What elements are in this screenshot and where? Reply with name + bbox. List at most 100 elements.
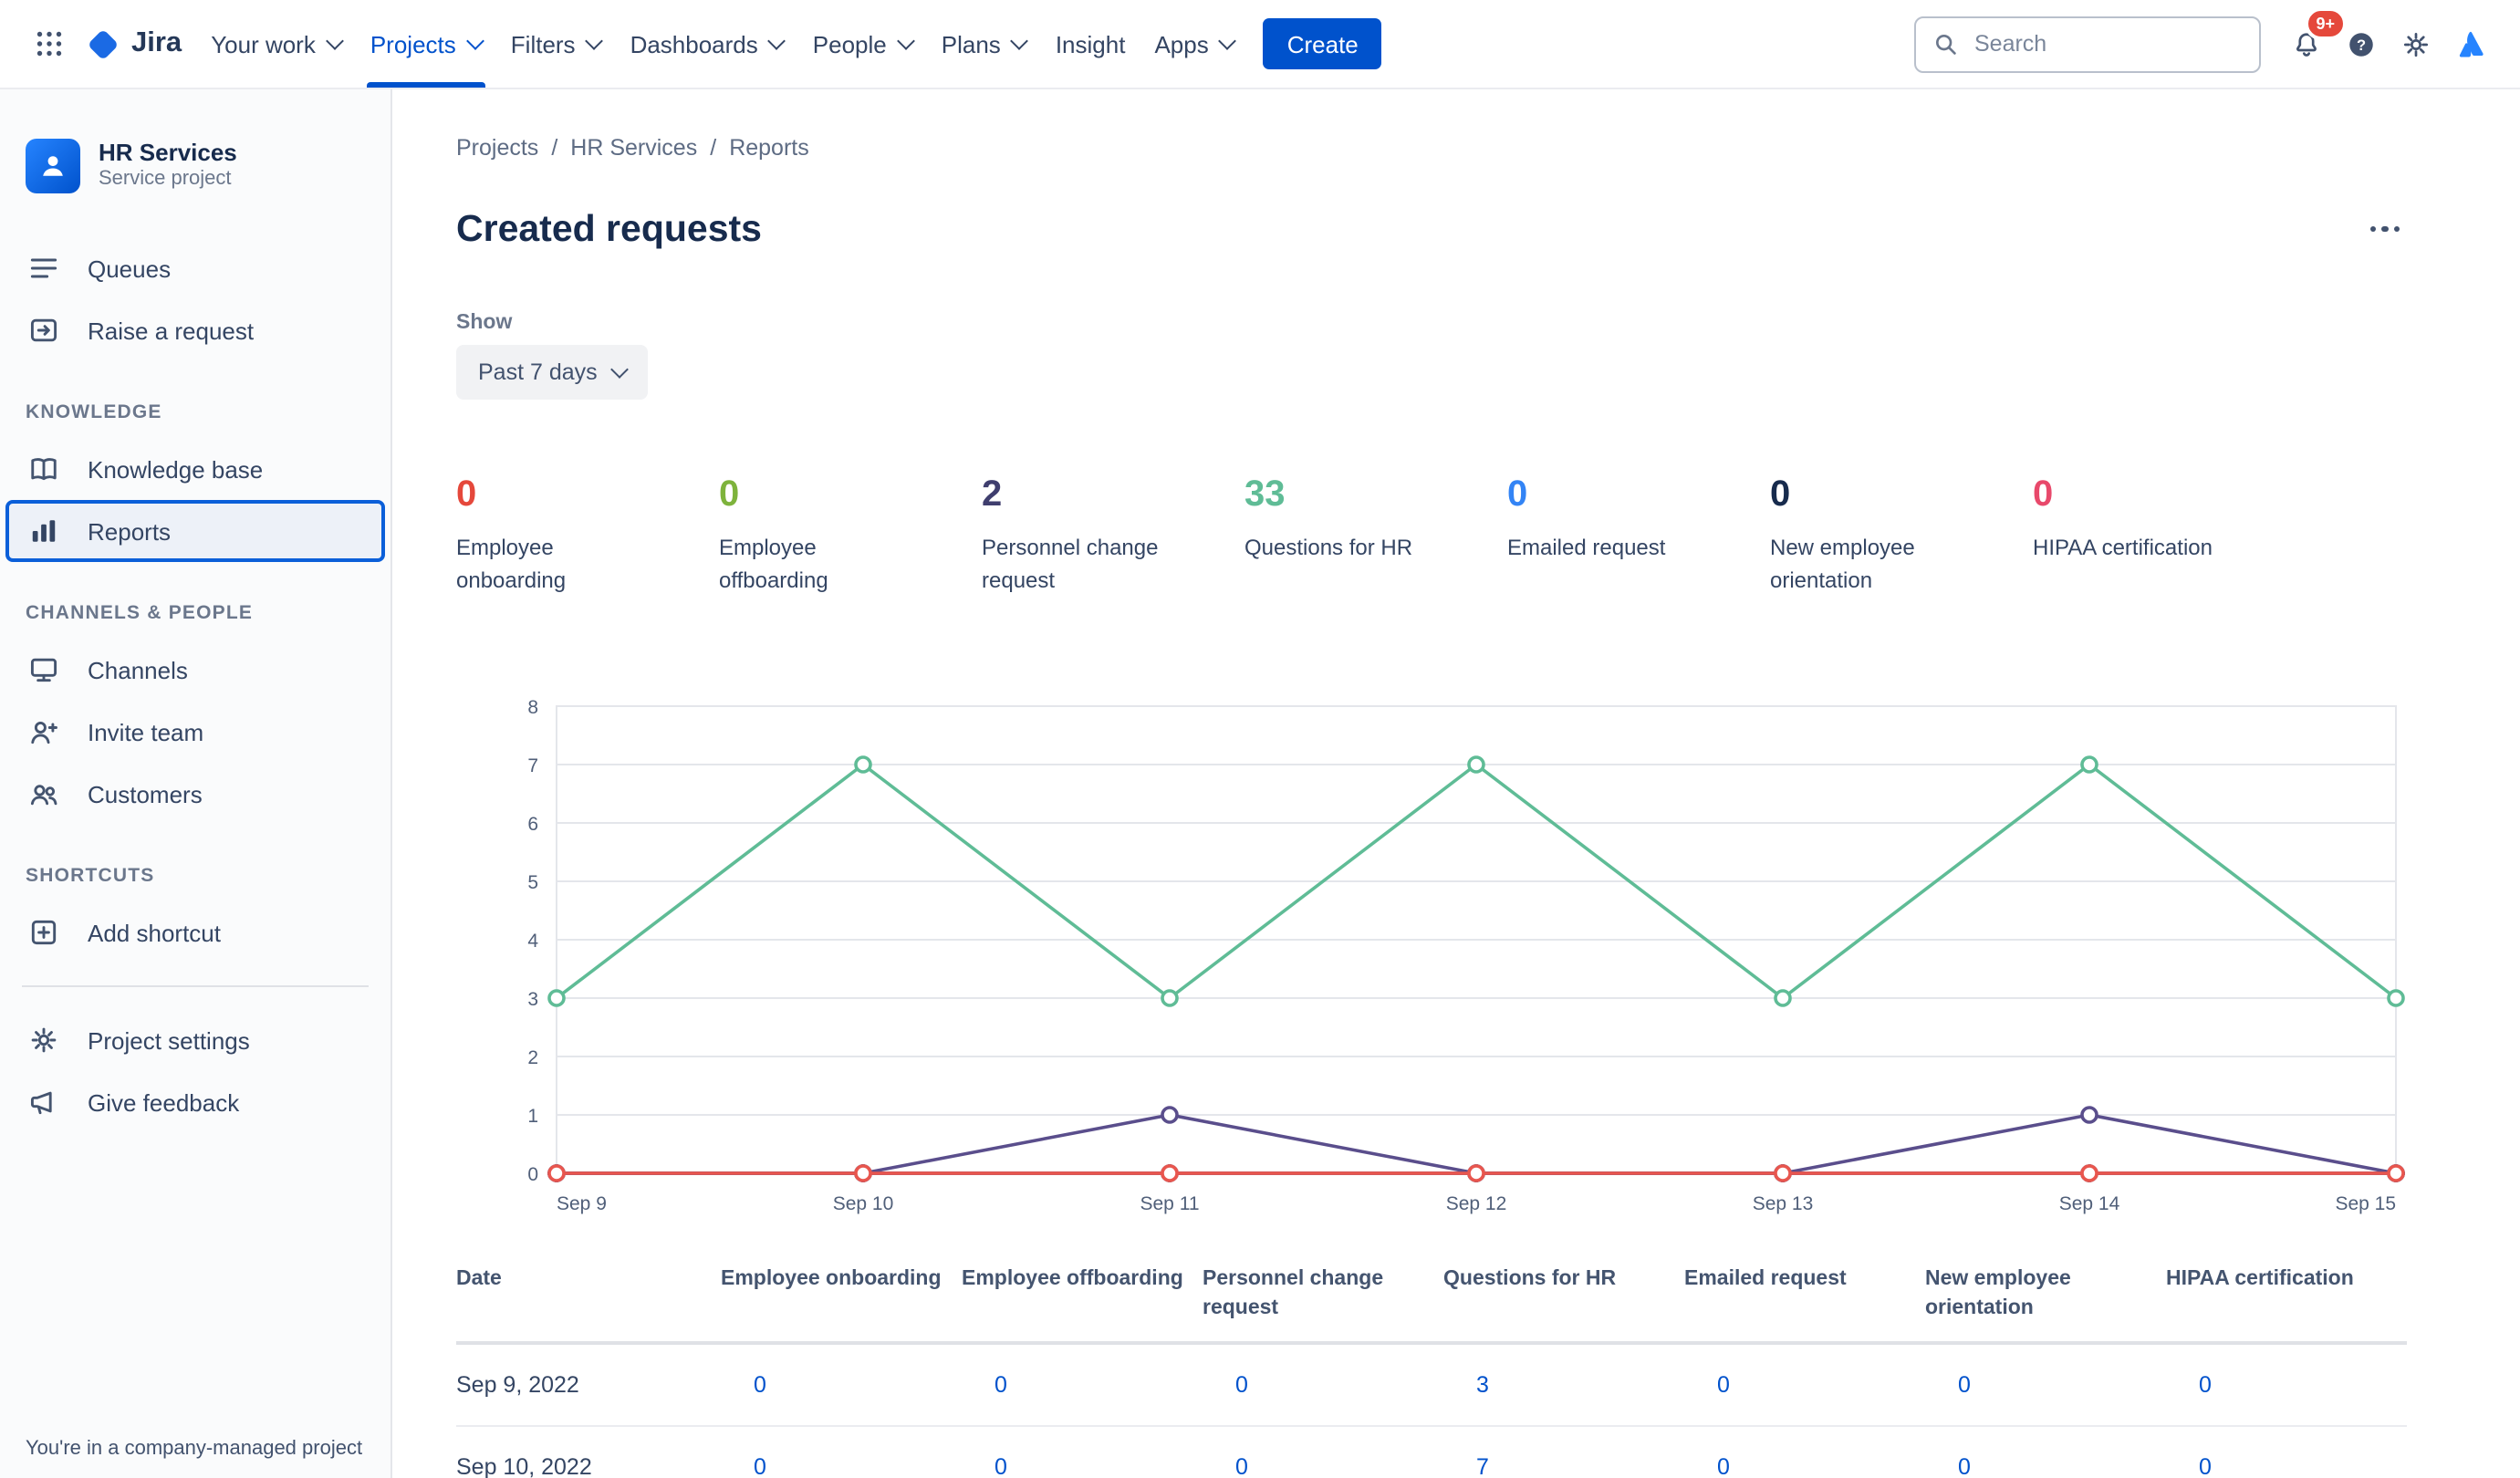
primary-nav: Your work Projects Filters Dashboards Pe… [196, 0, 1249, 88]
search-icon [1936, 35, 1956, 55]
nav-projects[interactable]: Projects [356, 0, 496, 88]
more-options-button[interactable] [2359, 215, 2411, 244]
table-cell: 0 [721, 1343, 962, 1428]
breadcrumb-separator: / [710, 135, 717, 161]
y-axis-label: 0 [527, 1165, 538, 1186]
table-cell-link[interactable]: 0 [1717, 1455, 1730, 1478]
table-cell-link[interactable]: 3 [1476, 1373, 1489, 1399]
x-axis-label: Sep 13 [1753, 1194, 1814, 1215]
project-name: HR Services [99, 139, 237, 166]
help-icon: ? [2349, 32, 2373, 56]
table-cell: 0 [1684, 1343, 1925, 1428]
breadcrumb-reports[interactable]: Reports [729, 135, 809, 161]
nav-apps[interactable]: Apps [1140, 0, 1248, 88]
table-header-date: Date [456, 1257, 721, 1346]
nav-insight[interactable]: Insight [1041, 0, 1140, 88]
people-icon [26, 775, 62, 812]
stat-hipaa-certification: 0 HIPAA certification [2033, 474, 2213, 561]
table-cell-link[interactable]: 0 [1717, 1373, 1730, 1399]
app-switcher-icon[interactable] [22, 16, 77, 71]
table-cell-link[interactable]: 0 [994, 1373, 1007, 1399]
jira-reports-page: Jira Your work Projects Filters Dashboar… [0, 0, 2520, 1478]
y-axis-label: 7 [527, 756, 538, 777]
sidebar-item-invite-team[interactable]: Invite team [0, 701, 390, 763]
table-cell: 0 [2166, 1426, 2407, 1478]
sidebar-item-queues[interactable]: Queues [0, 237, 390, 299]
table-cell-link[interactable]: 0 [1235, 1373, 1248, 1399]
data-point-questions-for-hr [2387, 989, 2405, 1008]
sidebar-item-project-settings[interactable]: Project settings [0, 1009, 390, 1071]
table-cell-link[interactable]: 0 [1235, 1455, 1248, 1478]
table-row: Sep 10, 2022 0 0 0 7 0 0 0 [456, 1426, 2407, 1478]
chevron-down-icon [325, 31, 344, 49]
table-cell: 0 [1684, 1426, 1925, 1478]
y-axis-label: 5 [527, 873, 538, 894]
y-axis-label: 3 [527, 990, 538, 1011]
main-content: Projects / HR Services / Reports Created… [392, 88, 2520, 1478]
nav-your-work[interactable]: Your work [196, 0, 356, 88]
data-point-personnel-change-request [1161, 1106, 1179, 1125]
sidebar-section-knowledge: KNOWLEDGE [26, 401, 162, 423]
project-header: HR Services Service project [0, 131, 390, 201]
atlassian-button[interactable] [2443, 16, 2498, 71]
table-cell-link[interactable]: 0 [2199, 1455, 2212, 1478]
date-range-dropdown[interactable]: Past 7 days [456, 345, 649, 401]
x-axis-label: Sep 14 [2059, 1194, 2120, 1215]
table-cell-link[interactable]: 0 [1958, 1455, 1971, 1478]
data-point-employee-onboarding [547, 1164, 566, 1183]
sidebar-item-knowledge-base[interactable]: Knowledge base [0, 438, 390, 500]
table-cell-link[interactable]: 0 [994, 1455, 1007, 1478]
sidebar-item-add-shortcut[interactable]: Add shortcut [0, 901, 390, 963]
sidebar-item-customers[interactable]: Customers [0, 763, 390, 825]
sidebar-section-channels-people: CHANNELS & PEOPLE [26, 602, 254, 624]
table-cell-link[interactable]: 0 [754, 1455, 766, 1478]
breadcrumb-projects[interactable]: Projects [456, 135, 538, 161]
table-cell-link[interactable]: 0 [2199, 1373, 2212, 1399]
data-point-employee-onboarding [1774, 1164, 1792, 1183]
stat-employee-offboarding: 0 Employee offboarding [719, 474, 828, 593]
nav-plans[interactable]: Plans [927, 0, 1041, 88]
sidebar-item-raise-a-request[interactable]: Raise a request [0, 299, 390, 361]
data-point-employee-onboarding [2080, 1164, 2098, 1183]
nav-people[interactable]: People [798, 0, 927, 88]
stat-new-employee-orientation: 0 New employee orientation [1770, 474, 1915, 593]
stat-questions-for-hr: 33 Questions for HR [1244, 474, 1413, 561]
atlassian-icon [2459, 30, 2484, 57]
raise-request-icon [26, 312, 62, 349]
create-button[interactable]: Create [1263, 18, 1382, 69]
settings-button[interactable] [2389, 16, 2443, 71]
sidebar-item-give-feedback[interactable]: Give feedback [0, 1071, 390, 1133]
search-input[interactable] [1971, 29, 2215, 58]
sidebar-item-reports[interactable]: Reports [5, 500, 385, 562]
requests-data-table: Date Employee onboarding Employee offboard… [456, 1257, 2407, 1478]
table-row: Sep 9, 2022 0 0 0 3 0 0 0 [456, 1343, 2407, 1428]
table-cell: 0 [1925, 1343, 2166, 1428]
show-filter-label: Show [456, 312, 513, 335]
y-axis-label: 2 [527, 1048, 538, 1069]
notifications-button[interactable]: 9+ [2279, 7, 2347, 71]
search-box[interactable] [1914, 16, 2261, 72]
x-axis-label: Sep 12 [1446, 1194, 1507, 1215]
stat-personnel-change-request: 2 Personnel change request [982, 474, 1159, 593]
table-header-emailed-request: Emailed request [1684, 1257, 1925, 1346]
breadcrumb-hr-services[interactable]: HR Services [570, 135, 697, 161]
data-point-personnel-change-request [2080, 1106, 2098, 1125]
grid-icon [36, 31, 62, 57]
table-cell: 0 [1203, 1426, 1443, 1478]
y-axis-label: 6 [527, 815, 538, 836]
table-cell-link[interactable]: 0 [754, 1373, 766, 1399]
y-axis-label: 8 [527, 698, 538, 719]
jira-logo[interactable]: Jira [77, 25, 196, 63]
table-cell-date: Sep 10, 2022 [456, 1426, 721, 1478]
nav-dashboards[interactable]: Dashboards [616, 0, 798, 88]
table-cell-link[interactable]: 0 [1958, 1373, 1971, 1399]
project-type: Service project [99, 168, 232, 191]
table-cell-link[interactable]: 7 [1476, 1455, 1489, 1478]
person-plus-icon [26, 713, 62, 750]
nav-filters[interactable]: Filters [496, 0, 616, 88]
gear-icon [2403, 31, 2429, 57]
project-avatar [26, 139, 80, 193]
x-axis-label: Sep 15 [2335, 1194, 2396, 1215]
help-button[interactable]: ? [2334, 16, 2389, 71]
sidebar-item-channels[interactable]: Channels [0, 639, 390, 701]
